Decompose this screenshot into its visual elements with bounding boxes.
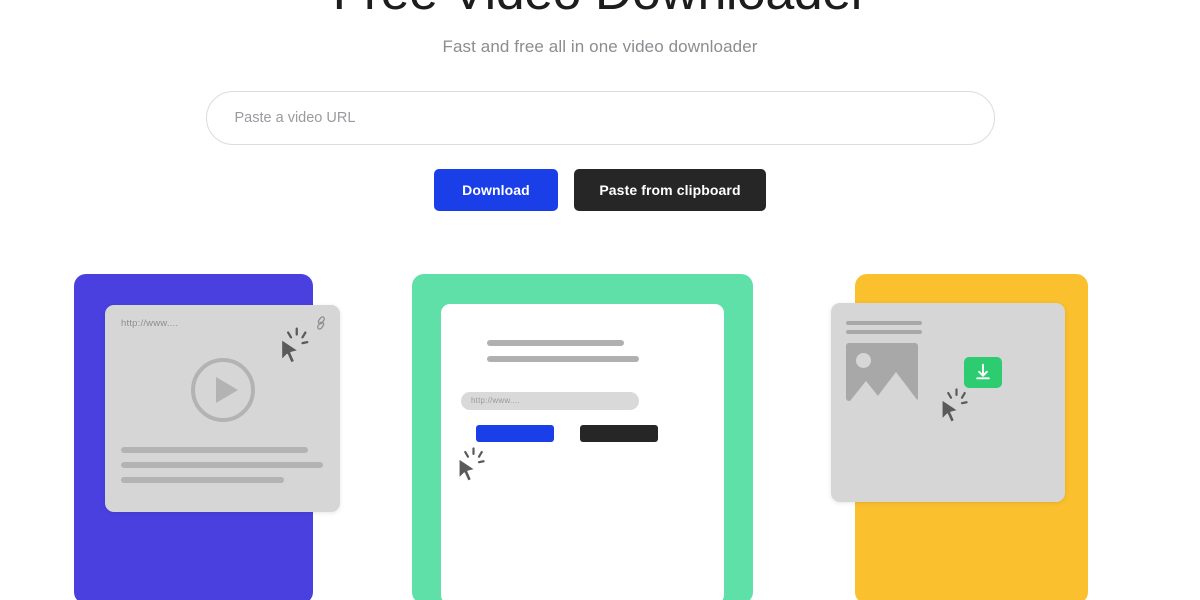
text-placeholder-lines [846,321,922,339]
illustration-card-save-file [831,274,1088,600]
image-placeholder-icon [846,343,918,401]
text-placeholder-lines [121,447,323,492]
hero-section: Free Video Downloader Fast and free all … [0,0,1200,211]
cursor-click-icon [941,388,968,424]
browser-panel: http://www.... [105,305,340,512]
link-icon [317,316,325,330]
paste-from-clipboard-button[interactable]: Paste from clipboard [574,169,766,211]
mini-download-button [476,425,554,442]
cursor-click-icon [458,447,485,483]
download-button[interactable]: Download [434,169,558,211]
placeholder-line [846,321,922,325]
illustration-card-paste-download: http://www.... [412,274,753,600]
placeholder-line [121,447,308,453]
placeholder-line [487,356,639,362]
placeholder-line [121,477,284,483]
placeholder-line [121,462,323,468]
video-url-input[interactable] [205,91,995,145]
page-title: Free Video Downloader [0,0,1200,18]
app-panel: http://www.... [441,304,724,600]
mini-url-text: http://www.... [471,396,520,405]
url-input-row [0,91,1200,145]
placeholder-line [846,330,922,334]
mini-url-input: http://www.... [461,392,639,410]
text-placeholder-lines [487,340,639,372]
panel-url-text: http://www.... [121,318,179,329]
action-button-row: Download Paste from clipboard [0,169,1200,211]
mini-clipboard-button [580,425,658,442]
placeholder-line [487,340,624,346]
illustration-card-copy-link: http://www.... [74,274,340,600]
cursor-click-icon [280,327,309,364]
page-subtitle: Fast and free all in one video downloade… [442,37,758,56]
illustration-cards: http://www.... http://www.... [0,274,1200,600]
play-button-icon [190,358,255,422]
media-panel [831,303,1065,502]
